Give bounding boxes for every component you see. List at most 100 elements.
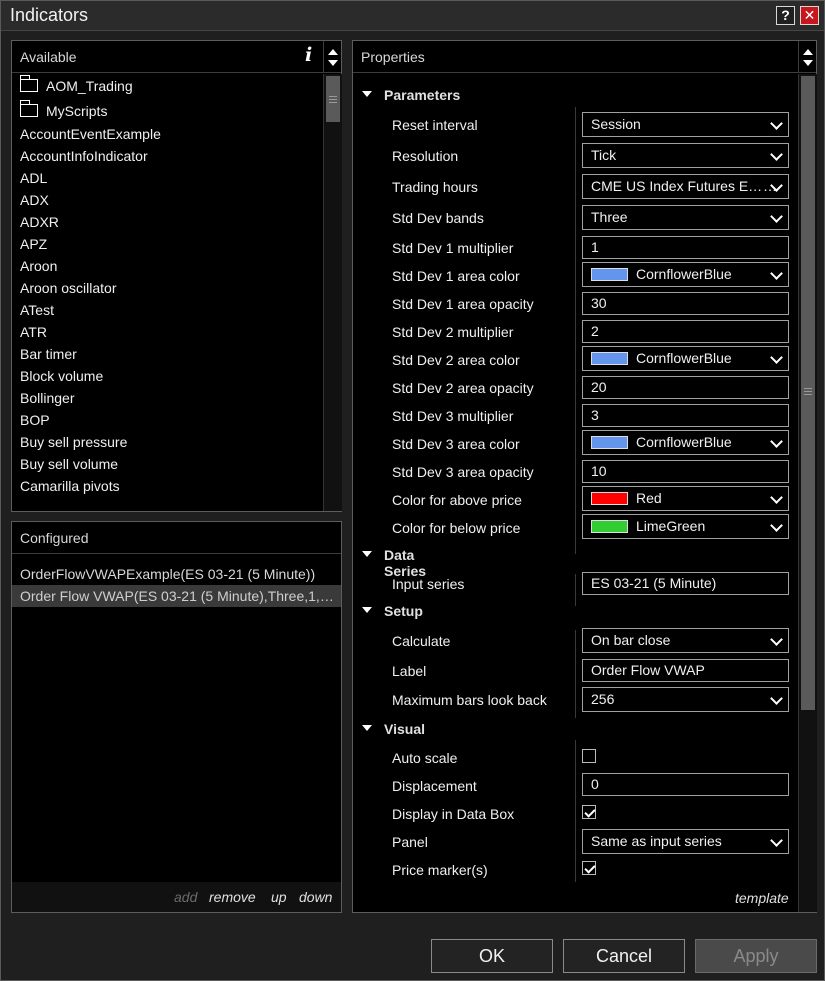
resolution-select[interactable]: Tick bbox=[582, 143, 789, 168]
remove-link[interactable]: remove bbox=[209, 889, 256, 905]
configured-panel: Configured OrderFlowVWAPExample(ES 03-21… bbox=[11, 521, 342, 913]
grip-line bbox=[329, 99, 337, 100]
available-scrollbar[interactable] bbox=[323, 74, 342, 511]
reset-interval-select[interactable]: Session bbox=[582, 112, 789, 137]
folder-item-myscripts[interactable]: MyScripts bbox=[12, 99, 323, 124]
collapse-triangle-icon[interactable] bbox=[362, 91, 372, 97]
chevron-down-icon bbox=[770, 519, 783, 532]
chevron-down-icon bbox=[770, 435, 783, 448]
list-item[interactable]: AccountEventExample bbox=[12, 124, 323, 146]
price-marker-checkbox[interactable] bbox=[582, 861, 596, 875]
ok-button[interactable]: OK bbox=[431, 939, 553, 973]
category-label: Setup bbox=[384, 603, 423, 619]
std-dev-3-color-select[interactable]: CornflowerBlue bbox=[582, 430, 789, 455]
apply-button[interactable]: Apply bbox=[695, 939, 817, 973]
grip-line bbox=[329, 102, 337, 103]
template-link[interactable]: template bbox=[735, 890, 789, 906]
chevron-down-icon bbox=[770, 834, 783, 847]
grid-divider bbox=[575, 740, 576, 882]
select-value: CornflowerBlue bbox=[636, 266, 732, 282]
displacement-input[interactable]: 0 bbox=[582, 773, 789, 796]
std-dev-1-multiplier-input[interactable]: 1 bbox=[582, 236, 789, 259]
list-item[interactable]: Bar timer bbox=[12, 344, 323, 366]
collapse-triangle-icon[interactable] bbox=[362, 725, 372, 731]
display-data-box-checkbox[interactable] bbox=[582, 805, 596, 819]
scroll-up-icon[interactable] bbox=[803, 49, 813, 55]
configured-item[interactable]: OrderFlowVWAPExample(ES 03-21 (5 Minute)… bbox=[12, 563, 341, 585]
label-input[interactable]: Order Flow VWAP bbox=[582, 659, 789, 682]
list-item[interactable]: BOP bbox=[12, 410, 323, 432]
list-item[interactable]: Bollinger bbox=[12, 388, 323, 410]
list-item[interactable]: Block volume bbox=[12, 366, 323, 388]
up-link[interactable]: up bbox=[271, 889, 287, 905]
select-value: LimeGreen bbox=[636, 518, 706, 534]
available-panel: Available i AOM_Trading MyScripts Accoun… bbox=[11, 40, 342, 512]
list-item[interactable]: Buy sell pressure bbox=[12, 432, 323, 454]
properties-scroll-arrows bbox=[798, 41, 817, 73]
list-item[interactable]: APZ bbox=[12, 234, 323, 256]
list-item[interactable]: Aroon oscillator bbox=[12, 278, 323, 300]
reset-interval-label: Reset interval bbox=[392, 117, 478, 133]
available-scroll-arrows bbox=[323, 41, 342, 73]
above-price-color-select[interactable]: Red bbox=[582, 486, 789, 511]
grip-line bbox=[804, 394, 812, 395]
std-dev-3-opacity-input[interactable]: 10 bbox=[582, 460, 789, 483]
panel-label: Panel bbox=[392, 834, 428, 850]
select-value: Session bbox=[591, 116, 641, 132]
std-dev-2-opacity-input[interactable]: 20 bbox=[582, 376, 789, 399]
max-bars-select[interactable]: 256 bbox=[582, 687, 789, 712]
std-dev-3-multiplier-label: Std Dev 3 multiplier bbox=[392, 408, 514, 424]
select-value: 256 bbox=[591, 691, 615, 707]
properties-scrollbar[interactable] bbox=[798, 74, 817, 912]
label-label: Label bbox=[392, 663, 427, 679]
std-dev-1-color-select[interactable]: CornflowerBlue bbox=[582, 262, 789, 287]
info-icon[interactable]: i bbox=[305, 44, 312, 66]
color-swatch bbox=[591, 352, 628, 365]
calculate-select[interactable]: On bar close bbox=[582, 628, 789, 653]
list-item[interactable]: ADXR bbox=[12, 212, 323, 234]
indicators-dialog: Indicators ? ✕ Available i AOM_Trading M… bbox=[0, 0, 825, 981]
std-dev-2-color-select[interactable]: CornflowerBlue bbox=[582, 346, 789, 371]
down-link[interactable]: down bbox=[299, 889, 332, 905]
folder-label: AOM_Trading bbox=[46, 78, 133, 94]
list-item[interactable]: ATest bbox=[12, 300, 323, 322]
list-item[interactable]: Aroon bbox=[12, 256, 323, 278]
add-link[interactable]: add bbox=[174, 889, 197, 905]
collapse-triangle-icon[interactable] bbox=[362, 551, 372, 557]
list-item[interactable]: ADL bbox=[12, 168, 323, 190]
properties-header: Properties bbox=[353, 41, 816, 73]
list-item[interactable]: ATR bbox=[12, 322, 323, 344]
collapse-triangle-icon[interactable] bbox=[362, 607, 372, 613]
scroll-down-icon[interactable] bbox=[803, 60, 813, 66]
folder-item-aom-trading[interactable]: AOM_Trading bbox=[12, 74, 323, 99]
select-value: CME US Index Futures ETH bbox=[591, 178, 763, 194]
help-button[interactable]: ? bbox=[776, 6, 795, 25]
cancel-button[interactable]: Cancel bbox=[563, 939, 685, 973]
auto-scale-label: Auto scale bbox=[392, 750, 458, 766]
scrollbar-thumb[interactable] bbox=[326, 76, 340, 122]
list-item[interactable]: AccountInfoIndicator bbox=[12, 146, 323, 168]
std-dev-bands-select[interactable]: Three bbox=[582, 205, 789, 230]
displacement-label: Displacement bbox=[392, 778, 477, 794]
scroll-down-icon[interactable] bbox=[328, 60, 338, 66]
list-item[interactable]: ADX bbox=[12, 190, 323, 212]
configured-item-selected[interactable]: Order Flow VWAP(ES 03-21 (5 Minute),Thre… bbox=[12, 585, 341, 607]
close-button[interactable]: ✕ bbox=[800, 6, 819, 25]
trading-hours-select[interactable]: CME US Index Futures ETH bbox=[582, 174, 789, 199]
input-series-field[interactable]: ES 03-21 (5 Minute) bbox=[582, 572, 789, 595]
auto-scale-checkbox[interactable] bbox=[582, 749, 596, 763]
list-item[interactable]: Camarilla pivots bbox=[12, 476, 323, 498]
list-item[interactable]: Buy sell volume bbox=[12, 454, 323, 476]
configured-header: Configured bbox=[12, 522, 341, 554]
below-price-color-select[interactable]: LimeGreen bbox=[582, 514, 789, 539]
std-dev-3-color-label: Std Dev 3 area color bbox=[392, 436, 520, 452]
std-dev-2-multiplier-input[interactable]: 2 bbox=[582, 320, 789, 343]
grip-line bbox=[329, 96, 337, 97]
scroll-up-icon[interactable] bbox=[328, 49, 338, 55]
std-dev-1-multiplier-label: Std Dev 1 multiplier bbox=[392, 240, 514, 256]
std-dev-1-opacity-label: Std Dev 1 area opacity bbox=[392, 296, 534, 312]
std-dev-3-multiplier-input[interactable]: 3 bbox=[582, 404, 789, 427]
scrollbar-thumb[interactable] bbox=[801, 76, 815, 710]
std-dev-1-opacity-input[interactable]: 30 bbox=[582, 292, 789, 315]
panel-select[interactable]: Same as input series bbox=[582, 829, 789, 854]
